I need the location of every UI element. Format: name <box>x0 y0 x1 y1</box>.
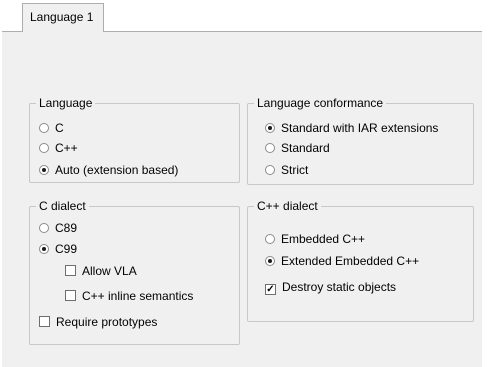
radio-button-selected[interactable] <box>265 256 275 266</box>
c-dialect-group-title: C dialect <box>39 199 86 213</box>
radio-button[interactable] <box>265 165 275 175</box>
checkbox-label: Allow VLA <box>82 264 137 278</box>
radio-language-c[interactable]: C <box>39 120 64 136</box>
radio-language-cpp[interactable]: C++ <box>39 140 78 156</box>
radio-c99[interactable]: C99 <box>39 241 77 257</box>
radio-strict[interactable]: Strict <box>265 162 308 178</box>
radio-label: Standard <box>281 141 330 155</box>
checkbox-cpp-inline[interactable]: C++ inline semantics <box>65 288 193 304</box>
radio-label: C99 <box>55 242 78 256</box>
radio-standard[interactable]: Standard <box>265 140 330 156</box>
radio-label: Strict <box>281 163 309 177</box>
tab-strip: Language 1 <box>0 0 489 32</box>
checkbox-allow-vla[interactable]: Allow VLA <box>65 263 137 279</box>
options-panel: Language C C++ Auto (extension based) La… <box>2 31 482 367</box>
radio-button-selected[interactable] <box>39 244 49 254</box>
radio-embedded-cpp[interactable]: Embedded C++ <box>265 231 365 247</box>
radio-language-auto[interactable]: Auto (extension based) <box>39 162 178 178</box>
radio-label: C <box>55 121 64 135</box>
checkbox-require-prototypes[interactable]: Require prototypes <box>39 314 157 330</box>
checkbox-label: C++ inline semantics <box>82 289 194 303</box>
radio-label: C89 <box>55 221 78 235</box>
checkbox-destroy-static-objects[interactable]: ✓ Destroy static objects <box>265 279 396 295</box>
checkbox-box[interactable] <box>39 316 50 327</box>
checkbox-label: Require prototypes <box>56 315 158 329</box>
conformance-group-title: Language conformance <box>257 96 384 110</box>
checkbox-box[interactable] <box>65 290 76 301</box>
radio-button-selected[interactable] <box>39 165 49 175</box>
radio-extended-embedded-cpp[interactable]: Extended Embedded C++ <box>265 253 419 269</box>
radio-label: Extended Embedded C++ <box>281 254 420 268</box>
radio-label: Auto (extension based) <box>55 163 179 177</box>
checkbox-box[interactable] <box>65 265 76 276</box>
radio-c89[interactable]: C89 <box>39 220 77 236</box>
tab-label: Language 1 <box>30 10 94 24</box>
radio-button[interactable] <box>39 123 49 133</box>
cpp-dialect-group-title: C++ dialect <box>257 199 318 213</box>
radio-standard-iar[interactable]: Standard with IAR extensions <box>265 120 438 136</box>
radio-label: Standard with IAR extensions <box>281 121 439 135</box>
radio-button[interactable] <box>39 223 49 233</box>
radio-button[interactable] <box>265 234 275 244</box>
radio-button[interactable] <box>39 143 49 153</box>
radio-label: Embedded C++ <box>281 232 366 246</box>
checkbox-label: Destroy static objects <box>282 280 397 294</box>
radio-label: C++ <box>55 141 78 155</box>
language-group-title: Language <box>39 96 93 110</box>
tab-language-1[interactable]: Language 1 <box>22 3 104 32</box>
radio-button-selected[interactable] <box>265 123 275 133</box>
radio-button[interactable] <box>265 143 275 153</box>
checkmark-icon[interactable]: ✓ <box>265 284 276 295</box>
